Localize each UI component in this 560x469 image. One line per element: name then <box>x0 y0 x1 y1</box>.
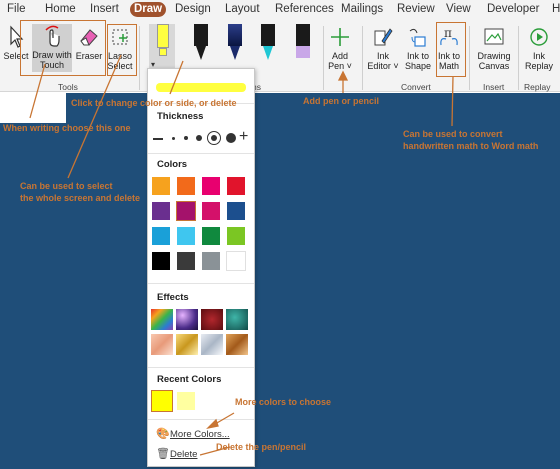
arrow-ink-to-math <box>451 75 454 127</box>
arrowhead-add-pen <box>337 70 349 81</box>
arrow-lasso <box>67 54 122 179</box>
note-click-change: Click to change color or side, or delete <box>71 98 237 108</box>
note-lasso-line2: the whole screen and delete <box>20 193 141 203</box>
note-math-line2: handwritten math to Word math <box>403 141 539 151</box>
note-when-writing: When writing choose this one <box>3 123 131 133</box>
note-delete: Delete the pen/pencil <box>216 442 307 452</box>
note-more-colors: More colors to choose <box>235 397 332 407</box>
note-math-line1: Can be used to convert <box>403 129 503 139</box>
arrow-touch <box>29 63 46 119</box>
arrowhead-more-colors <box>206 418 219 430</box>
note-lasso-line1: Can be used to select <box>20 181 113 191</box>
note-add-pen: Add pen or pencil <box>303 96 380 106</box>
arrow-gallery <box>169 60 184 95</box>
